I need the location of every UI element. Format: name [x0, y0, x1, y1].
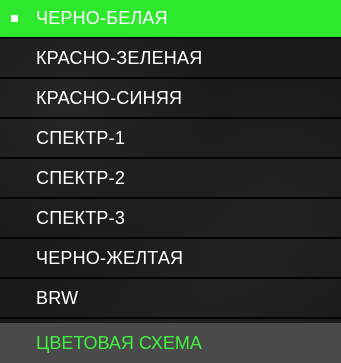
option-brw[interactable]: BRW [0, 279, 341, 319]
option-red-blue[interactable]: КРАСНО-СИНЯЯ [0, 79, 341, 119]
menu-title: ЦВЕТОВАЯ СХЕМА [0, 323, 341, 363]
option-spectrum-1[interactable]: СПЕКТР-1 [0, 119, 341, 159]
color-scheme-menu: ЧЕРНО-БЕЛАЯ КРАСНО-ЗЕЛЕНАЯ КРАСНО-СИНЯЯ … [0, 0, 341, 363]
option-black-yellow[interactable]: ЧЕРНО-ЖЕЛТАЯ [0, 239, 341, 279]
option-label: СПЕКТР-1 [36, 127, 126, 148]
option-spectrum-2[interactable]: СПЕКТР-2 [0, 159, 341, 199]
option-label: СПЕКТР-3 [36, 207, 126, 228]
color-scheme-options: ЧЕРНО-БЕЛАЯ КРАСНО-ЗЕЛЕНАЯ КРАСНО-СИНЯЯ … [0, 0, 341, 319]
option-red-green[interactable]: КРАСНО-ЗЕЛЕНАЯ [0, 39, 341, 79]
option-black-white[interactable]: ЧЕРНО-БЕЛАЯ [0, 0, 341, 39]
option-label: СПЕКТР-2 [36, 167, 126, 188]
option-label: КРАСНО-ЗЕЛЕНАЯ [36, 47, 203, 68]
option-spectrum-3[interactable]: СПЕКТР-3 [0, 199, 341, 239]
option-label: ЧЕРНО-ЖЕЛТАЯ [36, 247, 184, 268]
option-label: BRW [36, 287, 79, 308]
option-label: КРАСНО-СИНЯЯ [36, 87, 183, 108]
option-label: ЧЕРНО-БЕЛАЯ [36, 8, 168, 28]
menu-title-label: ЦВЕТОВАЯ СХЕМА [36, 332, 202, 353]
selected-bullet-icon [11, 14, 18, 22]
